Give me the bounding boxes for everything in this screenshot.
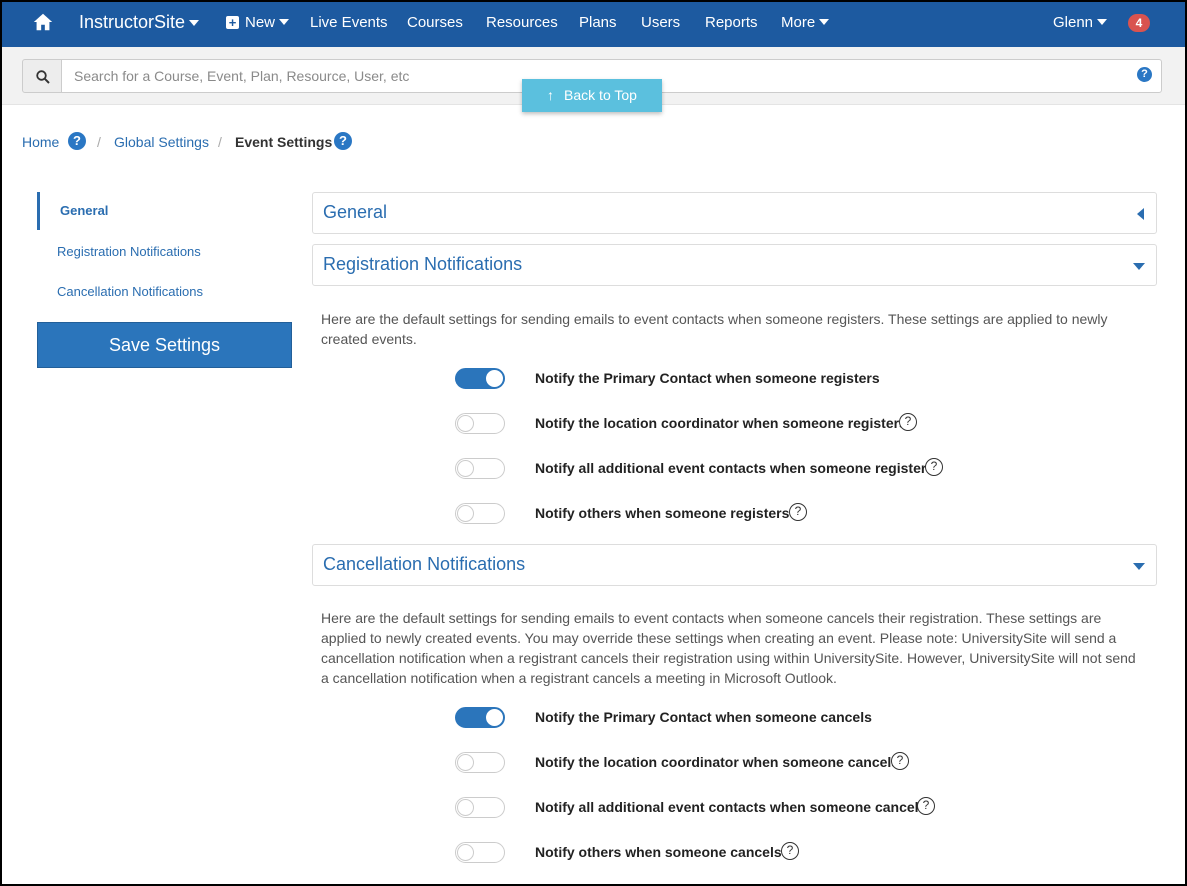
- cancellation-panel-header[interactable]: Cancellation Notifications: [312, 544, 1157, 586]
- user-menu[interactable]: Glenn: [1053, 14, 1108, 31]
- search-button[interactable]: [22, 59, 62, 93]
- breadcrumb-separator: /: [218, 134, 222, 150]
- question-circle-icon[interactable]: ?: [899, 413, 917, 431]
- back-to-top-label: Back to Top: [564, 87, 637, 103]
- question-circle-icon[interactable]: ?: [781, 842, 799, 860]
- brand-label: InstructorSite: [79, 12, 186, 32]
- option-label: Notify all additional event contacts whe…: [535, 799, 927, 815]
- question-circle-icon[interactable]: ?: [925, 458, 943, 476]
- breadcrumb-global-settings[interactable]: Global Settings: [114, 134, 209, 150]
- search-icon: [36, 70, 50, 84]
- top-navbar: InstructorSite + New Live Events Courses …: [0, 0, 1187, 47]
- event-settings-help-icon[interactable]: ?: [334, 132, 352, 150]
- breadcrumb-current: Event Settings: [235, 134, 333, 150]
- toggle-reg-additional-contacts[interactable]: [455, 458, 505, 479]
- cancellation-panel-title: Cancellation Notifications: [323, 554, 526, 574]
- caret-left-icon: [1137, 208, 1144, 220]
- back-to-top-button[interactable]: ↑ Back to Top: [522, 79, 662, 112]
- notification-badge[interactable]: 4: [1128, 14, 1150, 32]
- new-menu[interactable]: + New: [226, 14, 290, 31]
- toggle-knob: [486, 709, 503, 726]
- registration-panel-title: Registration Notifications: [323, 254, 523, 274]
- toggle-cancel-location-coordinator[interactable]: [455, 752, 505, 773]
- chevron-down-icon: [189, 20, 200, 26]
- plus-icon: +: [226, 16, 239, 29]
- caret-down-icon: [1133, 563, 1145, 570]
- new-menu-label: New: [245, 14, 276, 31]
- option-label: Notify others when someone registers: [535, 505, 790, 521]
- option-label: Notify the Primary Contact when someone …: [535, 709, 872, 725]
- chevron-down-icon: [1097, 19, 1108, 25]
- toggle-knob: [457, 505, 474, 522]
- more-menu-label: More: [781, 14, 816, 31]
- toggle-knob: [457, 460, 474, 477]
- question-circle-icon[interactable]: ?: [891, 752, 909, 770]
- nav-live-events[interactable]: Live Events: [310, 14, 388, 31]
- nav-courses[interactable]: Courses: [407, 14, 463, 31]
- arrow-up-icon: ↑: [547, 87, 555, 103]
- brand-menu[interactable]: InstructorSite: [79, 12, 200, 33]
- breadcrumb-home[interactable]: Home: [22, 134, 59, 150]
- registration-description: Here are the default settings for sendin…: [321, 311, 1108, 347]
- question-circle-icon[interactable]: ?: [789, 503, 807, 521]
- toggle-reg-others[interactable]: [455, 503, 505, 524]
- option-label: Notify others when someone cancels: [535, 844, 782, 860]
- option-label: Notify the Primary Contact when someone …: [535, 370, 880, 386]
- option-label: Notify all additional event contacts whe…: [535, 460, 935, 476]
- more-menu[interactable]: More: [781, 14, 830, 31]
- nav-reports[interactable]: Reports: [705, 14, 758, 31]
- user-name: Glenn: [1053, 14, 1094, 31]
- option-label: Notify the location coordinator when som…: [535, 754, 900, 770]
- toggle-cancel-others[interactable]: [455, 842, 505, 863]
- toggle-knob: [457, 415, 474, 432]
- toggle-knob: [457, 754, 474, 771]
- nav-users[interactable]: Users: [641, 14, 680, 31]
- toggle-knob: [457, 799, 474, 816]
- cancellation-description: Here are the default settings for sendin…: [321, 610, 1136, 686]
- toggle-reg-primary-contact[interactable]: [455, 368, 505, 389]
- search-help-icon[interactable]: ?: [1137, 67, 1152, 82]
- breadcrumb-separator: /: [97, 134, 101, 150]
- general-panel-header[interactable]: General: [312, 192, 1157, 234]
- toggle-cancel-primary-contact[interactable]: [455, 707, 505, 728]
- home-icon[interactable]: [32, 11, 54, 33]
- sidebar-item-registration-notifications[interactable]: Registration Notifications: [57, 244, 201, 259]
- sidebar-item-cancellation-notifications[interactable]: Cancellation Notifications: [57, 284, 203, 299]
- toggle-knob: [486, 370, 503, 387]
- sidebar-item-general[interactable]: General: [37, 192, 108, 230]
- option-label: Notify the location coordinator when som…: [535, 415, 907, 431]
- caret-down-icon: [1133, 263, 1145, 270]
- registration-panel-header[interactable]: Registration Notifications: [312, 244, 1157, 286]
- chevron-down-icon: [279, 19, 290, 25]
- toggle-cancel-additional-contacts[interactable]: [455, 797, 505, 818]
- chevron-down-icon: [819, 19, 830, 25]
- save-settings-button[interactable]: Save Settings: [37, 322, 292, 368]
- home-help-icon[interactable]: ?: [68, 132, 86, 150]
- general-panel-title: General: [323, 202, 388, 222]
- nav-resources[interactable]: Resources: [486, 14, 558, 31]
- question-circle-icon[interactable]: ?: [917, 797, 935, 815]
- toggle-reg-location-coordinator[interactable]: [455, 413, 505, 434]
- toggle-knob: [457, 844, 474, 861]
- nav-plans[interactable]: Plans: [579, 14, 617, 31]
